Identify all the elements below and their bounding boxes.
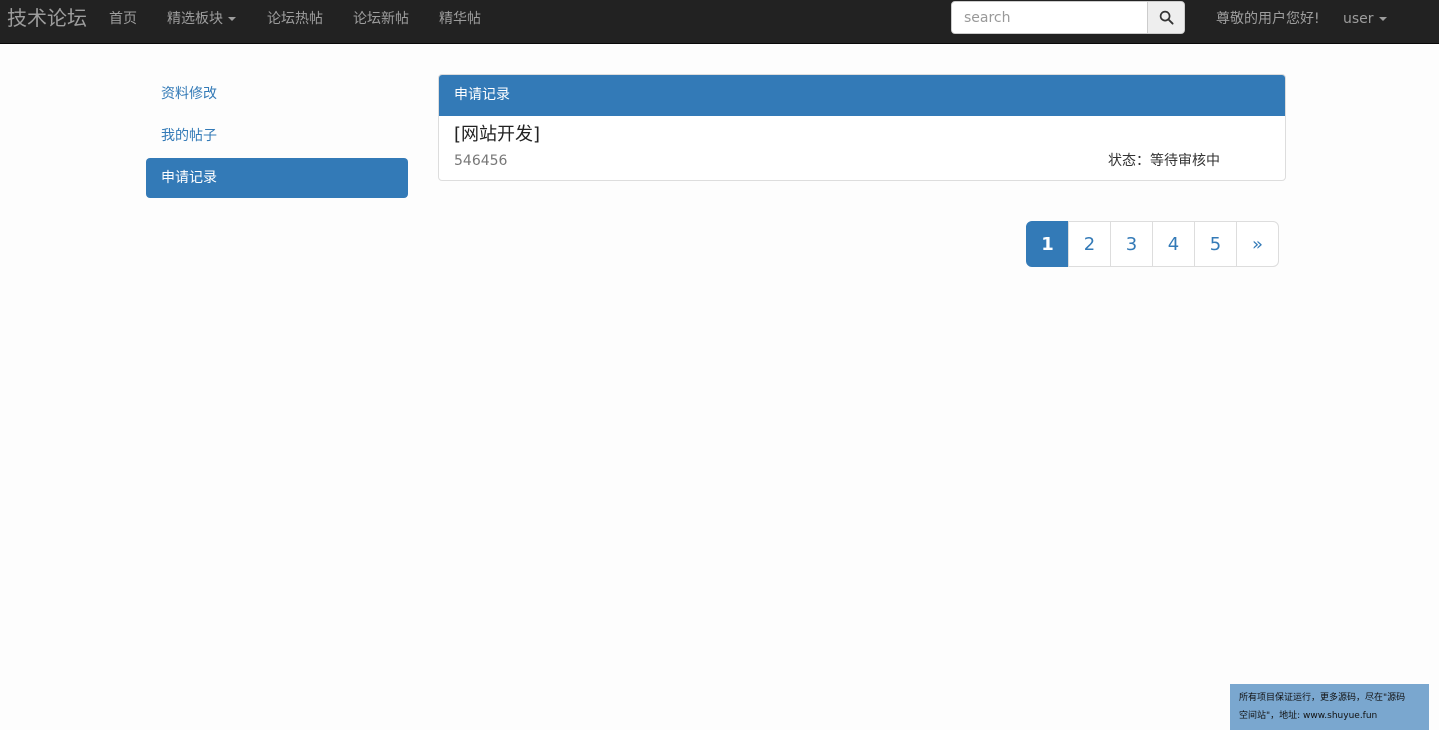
- watermark-line-2: 空间站"，地址: www.shuyue.fun: [1239, 711, 1378, 721]
- top-navbar: 技术论坛 首页 精选板块 论坛热帖 论坛新帖 精华帖 尊敬的用户您好! user: [0, 0, 1439, 44]
- pagination: 1 2 3 4 5 »: [1026, 221, 1279, 267]
- search-icon: [1159, 10, 1174, 25]
- records-panel: 申请记录 [网站开发] 546456 状态：等待审核中: [438, 74, 1286, 181]
- nav-boards-label: 精选板块: [167, 11, 223, 27]
- page-4[interactable]: 4: [1152, 221, 1195, 267]
- nav-new-posts[interactable]: 论坛新帖: [353, 11, 409, 27]
- watermark-line-1: 所有项目保证运行，更多源码，尽在"源码: [1239, 693, 1406, 703]
- next-page-button[interactable]: »: [1236, 221, 1279, 267]
- nav-home[interactable]: 首页: [109, 11, 137, 27]
- nav-boards-dropdown[interactable]: 精选板块: [167, 11, 236, 27]
- search-input[interactable]: [952, 2, 1147, 33]
- watermark-notice: 所有项目保证运行，更多源码，尽在"源码 空间站"，地址: www.shuyue.…: [1230, 684, 1429, 730]
- page-1[interactable]: 1: [1026, 221, 1069, 267]
- search-button[interactable]: [1147, 2, 1184, 33]
- search-form: [951, 1, 1185, 34]
- record-id: 546456: [454, 153, 508, 169]
- sidebar-item-edit-profile[interactable]: 资料修改: [146, 74, 408, 114]
- page-5[interactable]: 5: [1194, 221, 1237, 267]
- nav-hot-posts[interactable]: 论坛热帖: [267, 11, 323, 27]
- sidebar-item-application-records[interactable]: 申请记录: [146, 158, 408, 198]
- user-greeting: 尊敬的用户您好!: [1216, 11, 1320, 27]
- user-menu-dropdown[interactable]: user: [1343, 11, 1387, 27]
- nav-featured-posts[interactable]: 精华帖: [439, 11, 481, 27]
- record-status: 状态：等待审核中: [1108, 153, 1220, 169]
- page-2[interactable]: 2: [1068, 221, 1111, 267]
- caret-down-icon: [1378, 17, 1387, 21]
- record-title[interactable]: [网站开发]: [454, 124, 540, 146]
- brand-logo[interactable]: 技术论坛: [7, 5, 87, 31]
- user-name: user: [1343, 11, 1374, 27]
- panel-heading: 申请记录: [439, 75, 1285, 116]
- page-3[interactable]: 3: [1110, 221, 1153, 267]
- sidebar-item-my-posts[interactable]: 我的帖子: [146, 116, 408, 156]
- caret-down-icon: [228, 17, 236, 21]
